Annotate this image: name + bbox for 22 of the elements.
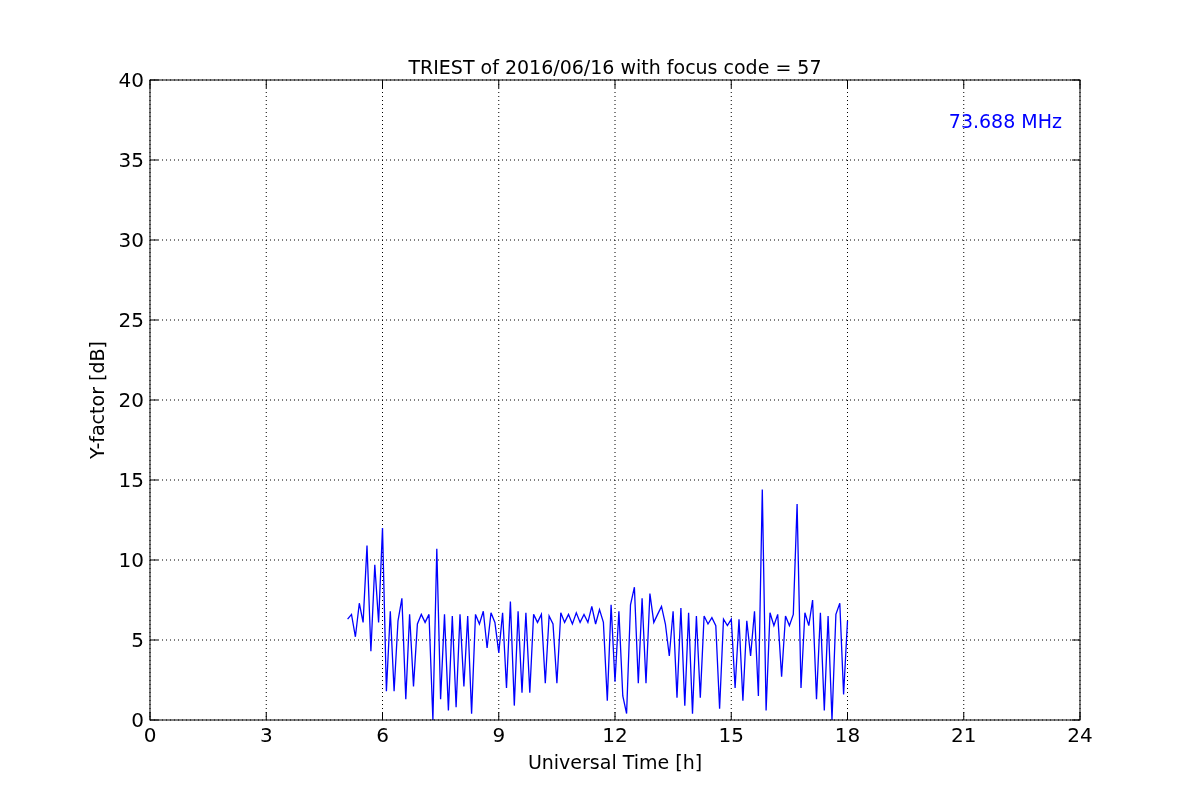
tick-label: 12: [602, 723, 628, 747]
chart-title: TRIEST of 2016/06/16 with focus code = 57: [408, 56, 822, 78]
tick-label: 10: [118, 548, 144, 572]
tick-label: 5: [131, 628, 144, 652]
tick-label: 24: [1067, 723, 1093, 747]
tick-label: 6: [376, 723, 389, 747]
tick-label: 20: [118, 388, 144, 412]
x-axis-label: Universal Time [h]: [527, 751, 703, 773]
tick-label: 40: [118, 68, 144, 92]
y-axis-label: Y-factor [dB]: [86, 341, 108, 459]
tick-label: 21: [951, 723, 977, 747]
legend-label: 73.688 MHz: [948, 110, 1062, 132]
tick-label: 15: [718, 723, 744, 747]
tick-label: 35: [118, 148, 144, 172]
tick-label: 0: [143, 723, 157, 747]
tick-label: 30: [118, 228, 144, 252]
tick-label: 15: [118, 468, 144, 492]
tick-label: 0: [131, 708, 144, 732]
tick-label: 18: [834, 723, 861, 747]
tick-label: 9: [492, 723, 506, 747]
tick-label: 3: [259, 723, 273, 747]
tick-label: 25: [118, 308, 144, 332]
